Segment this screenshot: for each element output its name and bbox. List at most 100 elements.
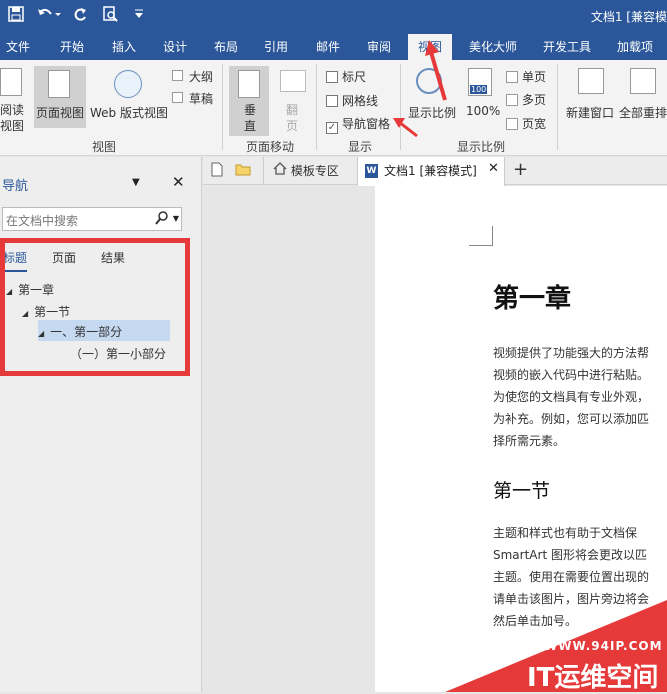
paragraph-line: SmartArt 图形将会更改以匹 xyxy=(493,548,647,562)
tab-mailings[interactable]: 邮件 xyxy=(316,38,340,55)
group-separator xyxy=(557,64,558,150)
paragraph-line: 请单击该图片，图片旁边将会 xyxy=(493,592,650,606)
search-input[interactable]: 在文档中搜索 ▼ xyxy=(2,207,182,231)
home-icon xyxy=(273,162,287,178)
document-page[interactable]: 第一章 视频提供了功能强大的方法帮 视频的嵌入代码中进行粘贴。 为使您的文档具有… xyxy=(375,186,667,692)
search-placeholder: 在文档中搜索 xyxy=(6,214,79,228)
new-tab-icon[interactable]: + xyxy=(513,159,528,180)
paragraph-line: 然后单击加号。 xyxy=(493,614,578,628)
tab-design[interactable]: 设计 xyxy=(163,38,187,55)
print-layout-button[interactable]: 页面视图 xyxy=(36,104,84,121)
navigation-pane-label: 导航窗格 xyxy=(342,117,391,131)
title-bar: 文档1 [兼容模 xyxy=(0,0,667,32)
tab-template-zone[interactable]: 模板专区 xyxy=(273,162,339,179)
group-label-views: 视图 xyxy=(92,140,117,154)
tab-review[interactable]: 审阅 xyxy=(367,38,391,55)
redo-icon[interactable] xyxy=(72,6,88,26)
tab-view[interactable]: 视图 xyxy=(408,34,453,60)
hundred-percent-icon-text: 100 xyxy=(470,85,488,94)
arrange-all-icon xyxy=(630,68,656,94)
zoom-button[interactable]: 显示比例 xyxy=(408,104,456,121)
group-separator xyxy=(222,64,223,150)
tab-developer[interactable]: 开发工具 xyxy=(543,38,591,55)
group-separator xyxy=(316,64,317,150)
draft-button[interactable]: 草稿 xyxy=(189,90,213,107)
document-canvas-margin xyxy=(203,186,375,692)
web-layout-icon xyxy=(114,70,142,98)
tab-addins[interactable]: 加载项 xyxy=(617,38,653,55)
new-document-icon[interactable] xyxy=(211,162,223,180)
group-label-show: 显示 xyxy=(348,140,373,154)
hundred-percent-icon: 100 xyxy=(468,68,492,96)
group-separator xyxy=(400,64,401,150)
document-heading-1: 第一章 xyxy=(493,284,572,314)
navigation-pane-checkbox[interactable]: ✓ 导航窗格 xyxy=(326,115,390,134)
tab-layout[interactable]: 布局 xyxy=(214,38,238,55)
ribbon-tab-bar: 文件 开始 插入 设计 布局 引用 邮件 审阅 视图 美化大师 开发工具 加载项 xyxy=(0,32,667,60)
side-to-side-icon xyxy=(280,70,306,92)
tab-divider xyxy=(263,157,264,185)
paragraph-line: 主题和样式也有助于文档保 xyxy=(493,526,638,540)
paragraph-line: 择所需元素。 xyxy=(493,434,566,448)
checkbox-icon xyxy=(326,95,338,107)
customize-quick-access-icon[interactable] xyxy=(134,8,144,23)
one-page-icon xyxy=(506,71,518,83)
read-mode-icon xyxy=(0,68,22,96)
margin-corner-mark xyxy=(469,226,493,246)
one-page-label: 单页 xyxy=(522,70,547,84)
paragraph-line: 为使您的文档具有专业外观， xyxy=(493,390,650,404)
read-mode-button[interactable]: 阅读 视图 xyxy=(0,102,24,134)
new-window-button[interactable]: 新建窗口 xyxy=(566,104,614,121)
multiple-pages-label: 多页 xyxy=(522,93,547,107)
group-label-zoom: 显示比例 xyxy=(457,140,506,154)
vertical-button[interactable]: 垂 直 xyxy=(244,102,256,134)
one-page-button[interactable]: 单页 xyxy=(506,68,546,85)
ribbon: 阅读 视图 页面视图 Web 版式视图 大纲 草稿 视图 垂 直 翻 页 页面移… xyxy=(0,60,667,156)
hundred-percent-button[interactable]: 100% xyxy=(466,104,500,118)
print-layout-icon xyxy=(48,70,70,98)
tab-home[interactable]: 开始 xyxy=(60,38,84,55)
arrange-all-button[interactable]: 全部重排 xyxy=(619,104,667,121)
page-width-button[interactable]: 页宽 xyxy=(506,115,546,132)
tab-document-active[interactable]: W 文档1 [兼容模式] ✕ xyxy=(357,157,505,186)
save-icon[interactable] xyxy=(8,6,24,26)
close-tab-icon[interactable]: ✕ xyxy=(488,161,499,176)
ruler-label: 标尺 xyxy=(342,70,367,84)
tab-beautify-master[interactable]: 美化大师 xyxy=(469,38,517,55)
search-dropdown-icon[interactable]: ▼ xyxy=(173,214,179,223)
tab-insert[interactable]: 插入 xyxy=(112,38,136,55)
word-doc-icon: W xyxy=(365,164,378,178)
close-icon[interactable]: ✕ xyxy=(172,173,185,191)
gridlines-label: 网格线 xyxy=(342,94,379,108)
tab-references[interactable]: 引用 xyxy=(264,38,288,55)
page-width-icon xyxy=(506,118,518,130)
pane-options-icon[interactable]: ▼ xyxy=(132,177,140,188)
vertical-icon xyxy=(238,70,260,98)
gridlines-checkbox[interactable]: 网格线 xyxy=(326,92,378,109)
tab-file[interactable]: 文件 xyxy=(6,38,30,55)
checkbox-icon xyxy=(326,71,338,83)
paragraph-line: 视频的嵌入代码中进行粘贴。 xyxy=(493,368,650,382)
side-to-side-button[interactable]: 翻 页 xyxy=(286,102,298,134)
paragraph-line: 主题。使用在需要位置出现的 xyxy=(493,570,650,584)
paragraph-line: 为补充。例如，您可以添加匹 xyxy=(493,412,650,426)
folder-icon[interactable] xyxy=(235,162,251,179)
undo-icon[interactable] xyxy=(36,6,62,26)
zoom-icon xyxy=(416,68,442,94)
search-icon[interactable] xyxy=(155,210,169,229)
outline-button[interactable]: 大纲 xyxy=(189,68,213,85)
checkmark-icon: ✓ xyxy=(326,122,338,134)
document-heading-2: 第一节 xyxy=(493,480,551,502)
document-tab-strip: 模板专区 W 文档1 [兼容模式] ✕ + xyxy=(203,157,667,186)
multiple-pages-icon xyxy=(506,94,518,106)
tab-template-zone-label: 模板专区 xyxy=(290,164,339,178)
print-preview-icon[interactable] xyxy=(102,6,118,26)
web-layout-button[interactable]: Web 版式视图 xyxy=(90,104,168,121)
group-label-page-movement: 页面移动 xyxy=(246,140,295,154)
ruler-checkbox[interactable]: 标尺 xyxy=(326,68,366,85)
multiple-pages-button[interactable]: 多页 xyxy=(506,91,546,108)
window-title: 文档1 [兼容模 xyxy=(590,10,667,24)
outline-icon xyxy=(172,70,183,81)
page-width-label: 页宽 xyxy=(522,117,547,131)
navigation-pane-title: 导航 xyxy=(2,179,29,194)
